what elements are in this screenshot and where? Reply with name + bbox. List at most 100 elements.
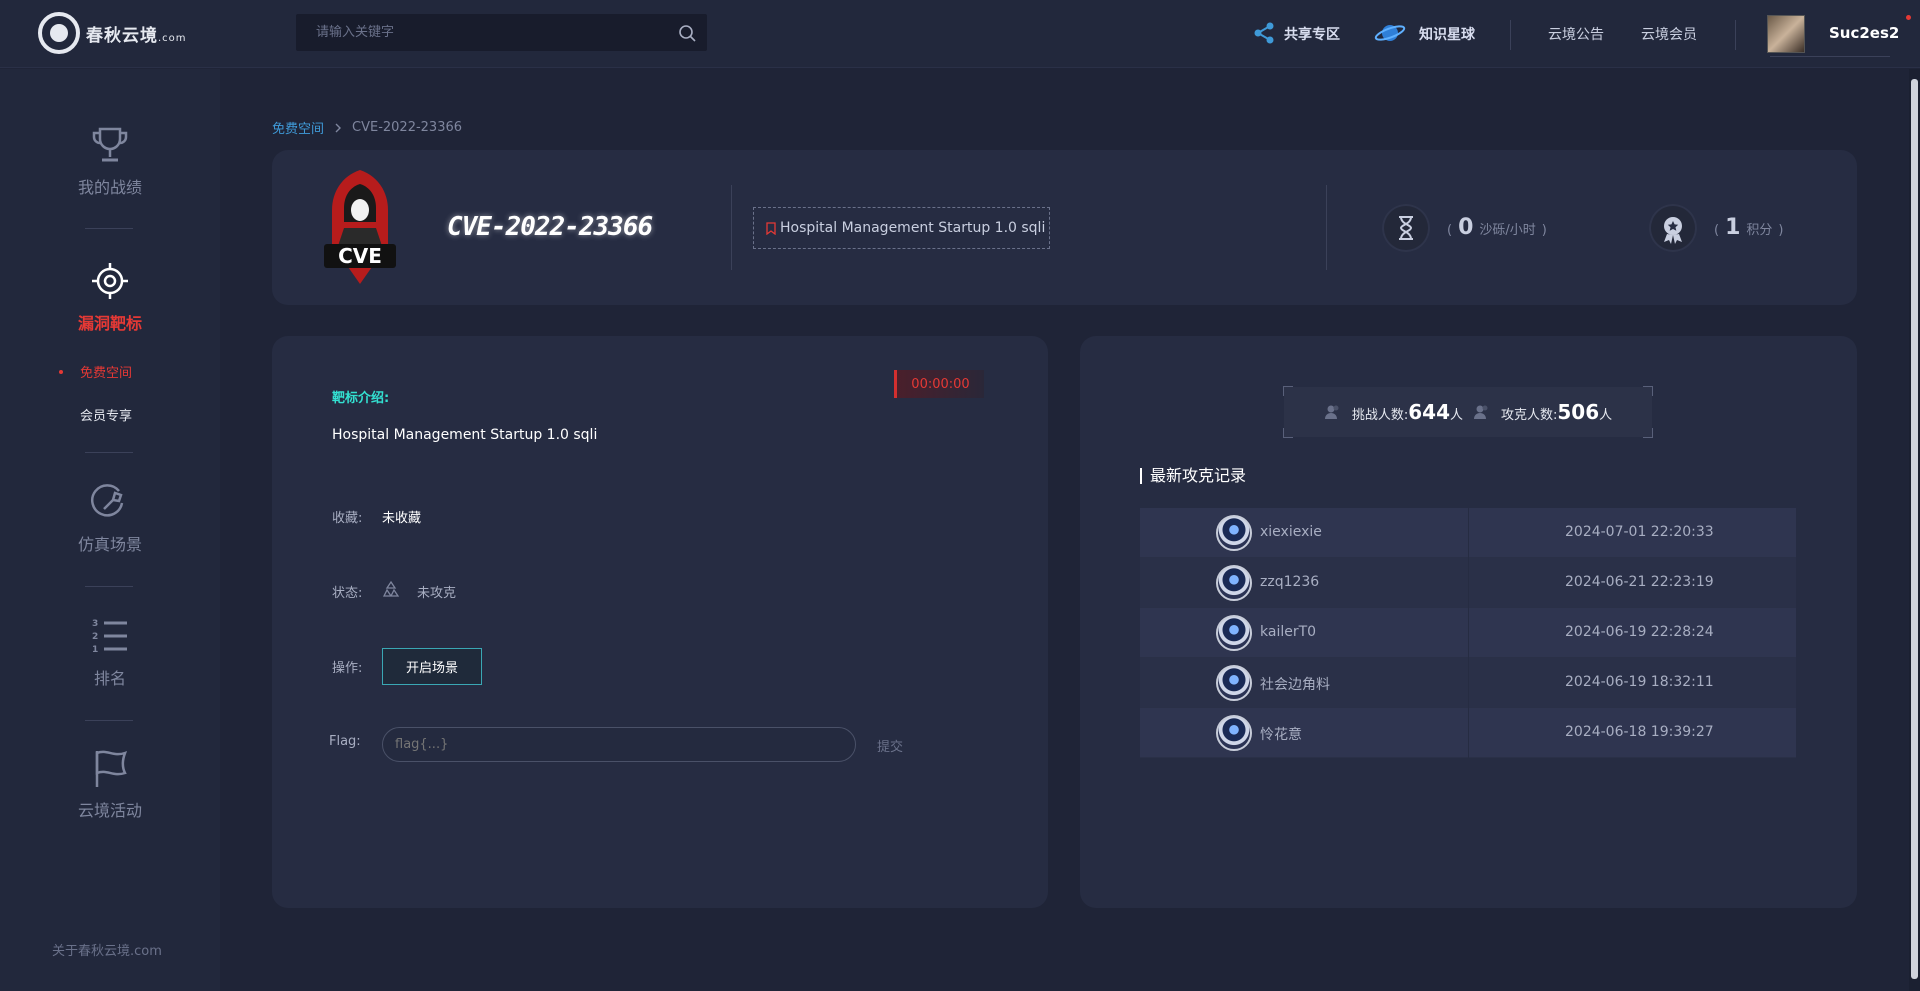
bracket-close: ) [1778,223,1784,238]
sidebar-footer-link[interactable]: 关于春秋云境.com [52,940,162,959]
nav-member[interactable]: 云境会员 [1641,24,1697,44]
svg-text:2: 2 [92,632,98,642]
user-avatar[interactable] [1767,15,1805,53]
record-username: kailerT0 [1260,624,1317,640]
avatar [1216,565,1252,601]
users-icon [1324,405,1339,419]
recycle-status-icon [382,580,400,597]
sidebar-subitem-member[interactable]: 会员专享 [80,405,132,424]
chevron-right-icon [335,123,342,132]
sidebar-item-my-record[interactable]: 我的战绩 [0,124,220,198]
search-box [296,14,707,51]
table-row: xiexiexie 2024-07-01 22:20:33 [1140,508,1796,558]
sidebar-item-label: 云境活动 [77,801,142,820]
trophy-icon [92,127,128,162]
flag-label: Flag: [329,734,361,749]
bracket-close: ) [1541,223,1547,238]
sidebar: 我的战绩 漏洞靶标 免费空间 会员专享 仿真场景 3 2 1 排名 云境活动 关于春… [0,69,220,991]
avatar [1216,515,1252,551]
record-time: 2024-06-19 18:32:11 [1565,674,1714,690]
avatar [1216,715,1252,751]
nav-knowledge[interactable]: 知识星球 [1419,24,1475,44]
submit-flag-button[interactable]: 提交 [877,736,903,755]
breadcrumb-current: CVE-2022-23366 [352,120,463,135]
nav-divider [1510,20,1511,50]
corner-decoration [1283,386,1293,396]
bookmark-icon [766,221,776,235]
header-divider [1326,185,1327,270]
sand-unit: 沙砾/小时 [1479,223,1536,238]
sidebar-item-ranking[interactable]: 3 2 1 排名 [0,615,220,689]
svg-text:CVE: CVE [338,244,382,268]
user-underline [1770,56,1890,57]
solvers-label: 攻克人数: [1501,408,1558,423]
cve-hacker-logo-icon: CVE [324,170,396,284]
notification-dot [1906,15,1911,20]
sidebar-item-vuln-target[interactable]: 漏洞靶标 [0,260,220,334]
active-dot [59,370,63,374]
sand-value: 0 [1458,215,1474,240]
search-icon[interactable] [677,23,697,43]
breadcrumb-parent[interactable]: 免费空间 [272,118,324,137]
sidebar-item-simulation[interactable]: 仿真场景 [0,481,220,555]
intro-label: 靶标介绍: [332,391,390,406]
solve-stats-card: 挑战人数:644人 攻克人数:506人 最新攻克记录 xiexiexie 202… [1080,336,1857,908]
record-time: 2024-06-18 19:39:27 [1565,724,1714,740]
user-name[interactable]: Suc2es2 [1829,24,1899,42]
records-title: 最新攻克记录 [1140,468,1246,484]
top-bar: 春秋云境.com 共享专区 知识星球 云境公告 云境会员 Suc2es2 [0,0,1920,68]
sidebar-subitem-free[interactable]: 免费空间 [80,362,132,381]
search-input[interactable] [296,14,656,51]
sidebar-divider [85,452,133,453]
sidebar-item-activity[interactable]: 云境活动 [0,747,220,821]
target-detail-card: 00:00:00 靶标介绍: Hospital Management Start… [272,336,1048,908]
logo-suffix: .com [158,32,187,44]
start-scene-button[interactable]: 开启场景 [382,648,482,685]
status-label: 状态: [332,586,363,601]
nav-share[interactable]: 共享专区 [1284,24,1340,44]
avatar [1216,615,1252,651]
challengers-label: 挑战人数: [1351,408,1409,423]
sidebar-divider [85,586,133,587]
bracket-open: ( [1447,223,1453,238]
status-value: 未攻克 [417,586,457,601]
ranking-list-icon: 3 2 1 [92,619,127,655]
record-username: 社会边角料 [1260,677,1330,693]
sidebar-divider [85,720,133,721]
scrollbar-thumb[interactable] [1911,79,1918,979]
svg-text:1: 1 [92,645,98,655]
hourglass-badge [1382,204,1430,252]
corner-decoration [1643,428,1653,438]
sand-rate: ( 0 沙砾/小时 ) [1447,215,1547,240]
flag-input[interactable] [382,727,856,762]
solvers-count: 506 [1557,400,1600,424]
corner-decoration [1283,428,1293,438]
intro-text: Hospital Management Startup 1.0 sqli [332,427,598,443]
record-time: 2024-06-21 22:23:19 [1565,574,1714,590]
breadcrumb: 免费空间 CVE-2022-23366 [272,118,462,137]
points-unit: 积分 [1746,223,1773,238]
site-logo[interactable]: 春秋云境.com [38,12,187,54]
challenge-count-box: 挑战人数:644人 攻克人数:506人 [1283,386,1653,438]
avatar [1216,665,1252,701]
countdown-timer: 00:00:00 [894,370,984,398]
nav-divider [1735,20,1736,50]
page-scrollbar[interactable] [1909,69,1920,991]
nav-notice[interactable]: 云境公告 [1548,24,1604,44]
favorite-label: 收藏: [332,511,363,526]
favorite-toggle[interactable]: 未收藏 [382,507,421,526]
planet-icon[interactable] [1374,20,1406,46]
flag-icon [95,750,128,787]
share-icon[interactable] [1251,20,1277,46]
bracket-open: ( [1714,223,1720,238]
target-title: CVE-2022-23366 [447,212,653,242]
sidebar-item-label: 我的战绩 [77,178,142,197]
record-username: 怜花意 [1260,727,1302,743]
table-row: 社会边角料 2024-06-19 18:32:11 [1140,658,1796,708]
simulation-icon [91,484,124,517]
record-username: zzq1236 [1260,574,1320,590]
sidebar-item-label: 仿真场景 [77,535,142,554]
record-time: 2024-07-01 22:20:33 [1565,524,1714,540]
corner-decoration [1643,386,1653,396]
target-icon [92,263,128,299]
